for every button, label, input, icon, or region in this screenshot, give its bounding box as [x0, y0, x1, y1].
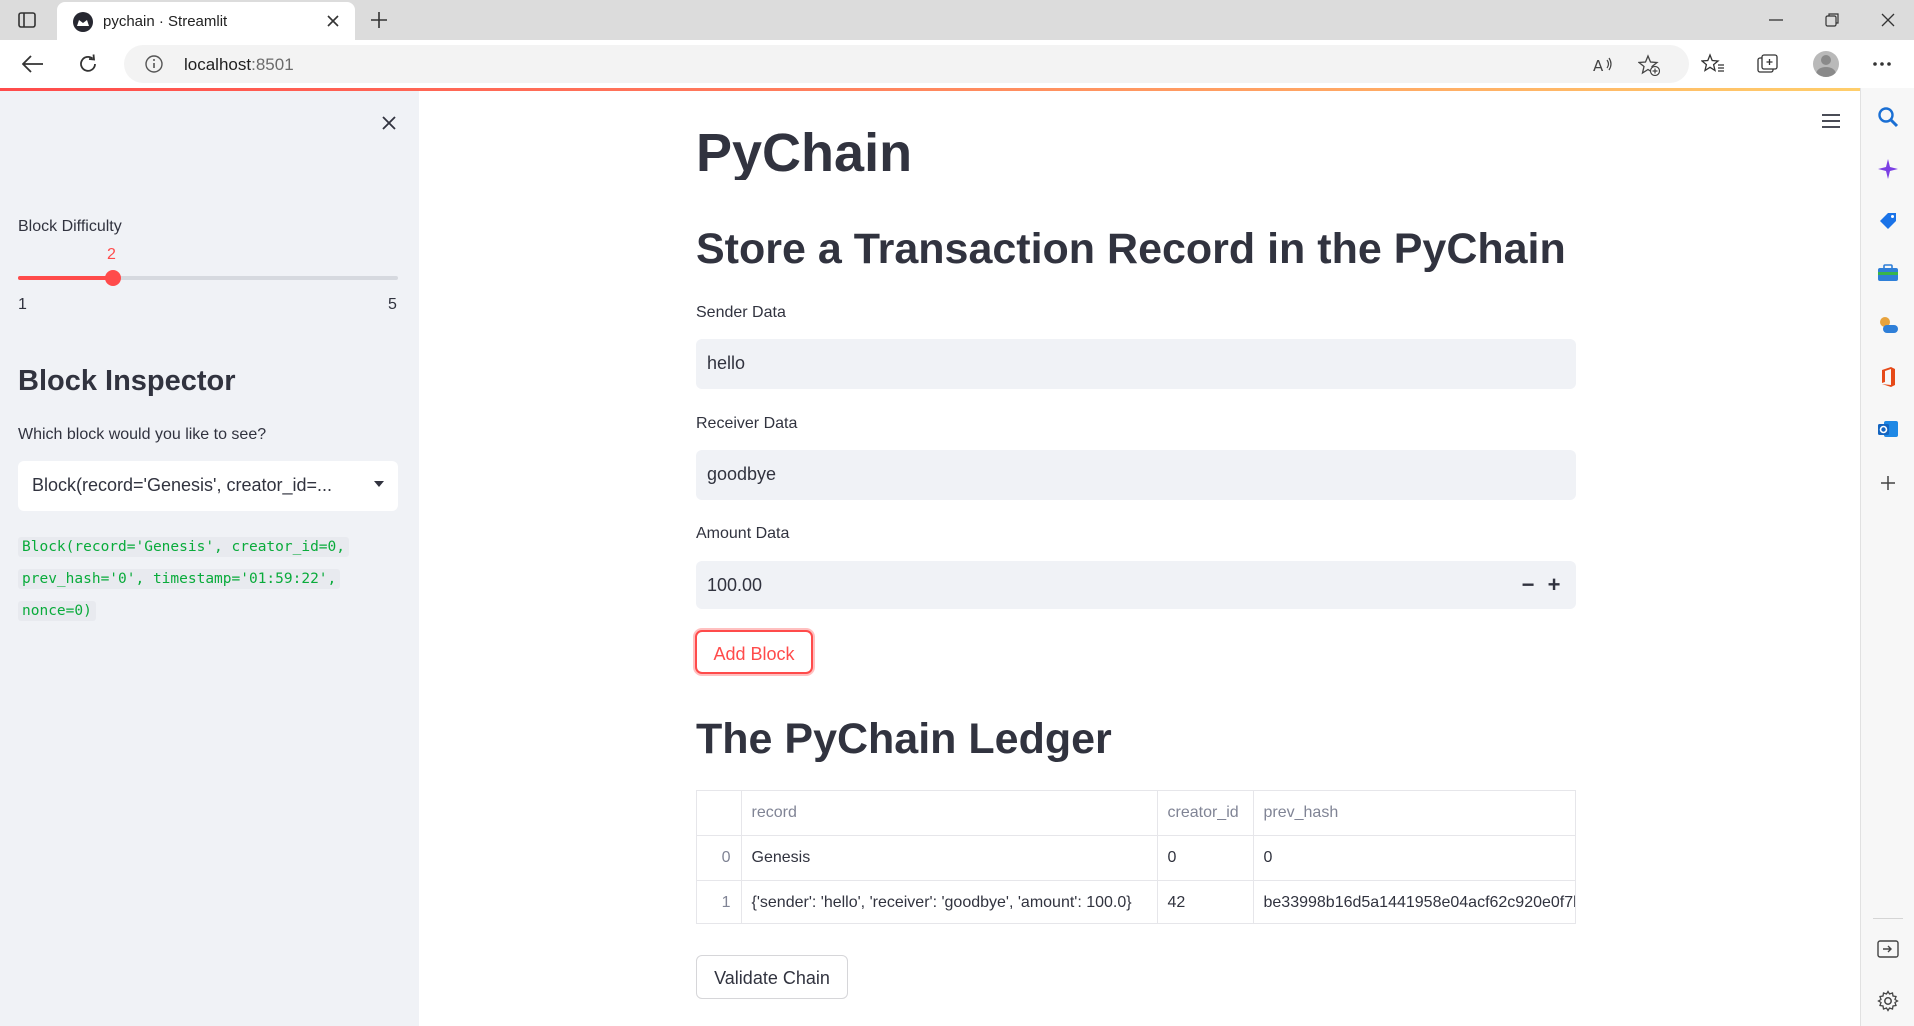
url-text: localhost:8501 [184, 55, 294, 75]
ledger-table[interactable]: record creator_id prev_hash 0 Genesis 0 … [696, 790, 1576, 924]
tab-title: pychain · Streamlit [103, 13, 228, 30]
receiver-label: Receiver Data [696, 415, 798, 432]
code-line: Block(record='Genesis', creator_id=0, [18, 537, 350, 557]
row-index: 1 [697, 880, 742, 923]
block-select[interactable]: Block(record='Genesis', creator_id=... [18, 461, 398, 511]
cell-record[interactable]: Genesis [741, 835, 1158, 881]
slider-min-label: 1 [18, 296, 27, 313]
block-select-label: Which block would you like to see? [18, 426, 267, 443]
site-info-icon[interactable] [144, 54, 164, 74]
url-host: localhost [184, 55, 252, 74]
hamburger-menu-icon[interactable] [1816, 108, 1846, 134]
table-row: 1 {'sender': 'hello', 'receiver': 'goodb… [697, 880, 1575, 923]
receiver-input[interactable]: goodbye [696, 450, 1576, 500]
amount-label: Amount Data [696, 525, 790, 542]
games-icon[interactable] [1875, 312, 1901, 338]
code-line: nonce=0) [18, 601, 96, 621]
office-icon[interactable] [1875, 364, 1901, 390]
svg-text:A: A [1593, 57, 1604, 75]
sender-label: Sender Data [696, 304, 786, 321]
index-header [697, 791, 742, 836]
table-row: 0 Genesis 0 0 [697, 835, 1575, 881]
block-inspector-heading: Block Inspector [18, 365, 236, 397]
add-panel-plus-icon[interactable] [1875, 470, 1901, 496]
row-index: 0 [697, 835, 742, 881]
outlook-icon[interactable] [1875, 416, 1901, 442]
tab-close-icon[interactable] [321, 9, 345, 33]
back-arrow-icon[interactable] [16, 48, 50, 80]
browser-tab-strip: pychain · Streamlit [0, 0, 1914, 40]
add-block-button[interactable]: Add Block [695, 630, 813, 674]
cell-creator-id[interactable]: 42 [1157, 880, 1254, 923]
sender-input-value: hello [707, 353, 746, 373]
window-minimize-icon[interactable] [1754, 6, 1798, 34]
settings-gear-icon[interactable] [1875, 988, 1901, 1014]
shopping-tag-icon[interactable] [1875, 208, 1901, 234]
copilot-sparkle-icon[interactable] [1875, 156, 1901, 182]
block-select-value: Block(record='Genesis', creator_id=... [32, 475, 333, 495]
chevron-down-icon [374, 481, 384, 487]
browser-tab-active[interactable]: pychain · Streamlit [57, 2, 355, 40]
edge-sidebar [1860, 88, 1914, 1026]
difficulty-label: Block Difficulty [18, 218, 122, 235]
cell-prev-hash[interactable]: 0 [1253, 835, 1575, 881]
scroll-clip [420, 91, 1860, 127]
browser-toolbar: localhost:8501 A [0, 40, 1914, 88]
store-record-heading: Store a Transaction Record in the PyChai… [696, 225, 1566, 273]
difficulty-value: 2 [107, 246, 116, 263]
sender-input[interactable]: hello [696, 339, 1576, 389]
window-close-icon[interactable] [1866, 6, 1910, 34]
column-header-record[interactable]: record [741, 791, 1158, 836]
address-bar[interactable]: localhost:8501 A [124, 45, 1689, 83]
amount-number-input[interactable]: 100.00 − + [696, 561, 1576, 609]
add-block-label: Add Block [713, 644, 795, 664]
read-aloud-icon[interactable]: A [1590, 52, 1616, 78]
profile-avatar[interactable] [1810, 48, 1842, 80]
slider-thumb[interactable] [105, 270, 121, 286]
cell-creator-id[interactable]: 0 [1157, 835, 1254, 881]
amount-input-value: 100.00 [707, 575, 763, 595]
collections-icon[interactable] [1752, 48, 1784, 80]
cell-prev-hash[interactable]: be33998b16d5a1441958e04acf62c920e0f7b [1253, 880, 1575, 923]
hide-sidebar-icon[interactable] [1875, 936, 1901, 962]
more-menu-icon[interactable] [1866, 48, 1898, 80]
panel-divider [1873, 918, 1903, 919]
validate-chain-label: Validate Chain [714, 968, 830, 988]
streamlit-sidebar: Block Difficulty 2 1 5 Block Inspector W… [0, 91, 419, 1026]
column-header-creator-id[interactable]: creator_id [1157, 791, 1254, 836]
refresh-icon[interactable] [71, 48, 105, 80]
new-tab-plus-icon[interactable] [365, 7, 393, 33]
search-icon[interactable] [1875, 104, 1901, 130]
ledger-heading: The PyChain Ledger [696, 715, 1112, 763]
validate-chain-button[interactable]: Validate Chain [696, 955, 848, 999]
add-favorite-star-icon[interactable] [1636, 52, 1662, 78]
difficulty-slider[interactable] [18, 270, 398, 286]
page-title: PyChain [696, 123, 913, 180]
streamlit-favicon-icon [73, 12, 93, 32]
tools-briefcase-icon[interactable] [1875, 260, 1901, 286]
tab-actions-icon[interactable] [14, 8, 40, 32]
column-header-prev-hash[interactable]: prev_hash [1253, 791, 1575, 836]
increment-button[interactable]: + [1539, 571, 1569, 599]
window-restore-icon[interactable] [1810, 6, 1854, 34]
slider-fill [18, 276, 113, 280]
code-line: prev_hash='0', timestamp='01:59:22', [18, 569, 341, 589]
cell-record[interactable]: {'sender': 'hello', 'receiver': 'goodbye… [741, 880, 1158, 923]
url-port: :8501 [251, 55, 294, 74]
block-code-output: Block(record='Genesis', creator_id=0, pr… [18, 531, 398, 627]
table-header-row: record creator_id prev_hash [697, 791, 1575, 836]
slider-max-label: 5 [388, 296, 397, 313]
receiver-input-value: goodbye [707, 464, 777, 484]
sidebar-close-icon[interactable] [375, 109, 403, 137]
favorites-icon[interactable] [1697, 48, 1729, 80]
